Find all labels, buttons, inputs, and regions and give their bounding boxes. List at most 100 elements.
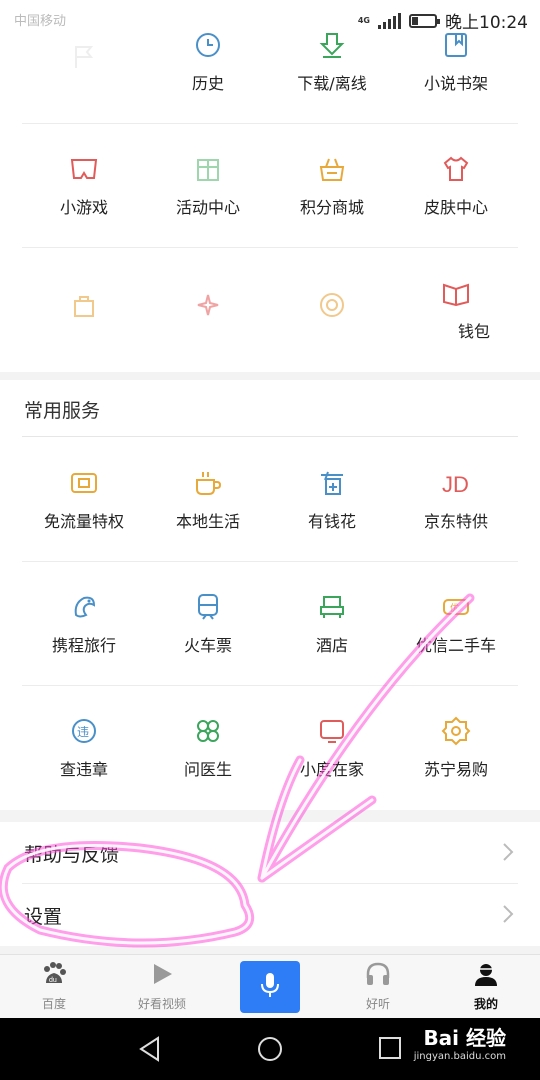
watermark-url: jingyan.baidu.com — [413, 1051, 506, 1062]
grid-item[interactable] — [146, 248, 270, 372]
service-hotel[interactable]: 酒店 — [270, 562, 394, 685]
shirt-icon — [441, 154, 471, 184]
grid-item-activity[interactable]: 活动中心 — [146, 124, 270, 247]
tab-baidu[interactable]: du 百度 — [0, 955, 108, 1018]
play-icon — [149, 961, 175, 991]
grid-item-history[interactable]: 历史 — [146, 0, 270, 123]
suning-logo-icon — [441, 716, 471, 746]
settings-label: 设置 — [24, 906, 63, 928]
grid-row: 携程旅行 火车票 酒店 优 优信二手车 — [22, 562, 518, 686]
service-jd[interactable]: JD 京东特供 — [394, 438, 518, 561]
tab-label: 好看视频 — [137, 997, 186, 1011]
smart-display-icon — [317, 716, 347, 746]
service-loan[interactable]: 有钱花 — [270, 438, 394, 561]
svg-text:违: 违 — [77, 725, 89, 739]
section-divider — [0, 810, 540, 822]
coffee-cup-icon — [193, 468, 223, 498]
bookmark-icon — [441, 30, 471, 60]
service-suning[interactable]: 苏宁易购 — [394, 686, 518, 810]
grid-item-skins[interactable]: 皮肤中心 — [394, 124, 518, 247]
car-icon: 优 — [441, 592, 471, 622]
tab-voice-search[interactable] — [216, 955, 324, 1018]
jd-logo-icon: JD — [441, 468, 471, 498]
baidu-paw-icon: du — [40, 961, 68, 991]
chevron-right-icon — [502, 904, 514, 928]
grid-item-label: 小说书架 — [423, 73, 488, 93]
service-ask-doctor[interactable]: 问医生 — [146, 686, 270, 810]
grid-item[interactable] — [22, 248, 146, 372]
grid-item-download[interactable]: 下载/离线 — [270, 0, 394, 123]
service-xiaodu-home[interactable]: 小度在家 — [270, 686, 394, 810]
shop-icon — [317, 154, 347, 184]
grid-row: 钱包 — [22, 248, 518, 372]
violation-icon: 违 — [69, 716, 99, 746]
train-icon — [193, 592, 223, 622]
grid-row: 免流量特权 本地生活 有钱花 JD 京东特供 — [22, 438, 518, 562]
sparkle-icon — [193, 290, 223, 320]
service-label: 查违章 — [59, 760, 108, 779]
bag-icon — [69, 290, 99, 320]
recent-apps-icon[interactable] — [378, 1036, 402, 1064]
section-title-services: 常用服务 — [24, 400, 101, 422]
grid-row: 历史 下载/离线 小说书架 — [22, 0, 518, 124]
service-label: 小度在家 — [299, 760, 364, 779]
tab-haoting[interactable]: 好听 — [324, 955, 432, 1018]
home-icon[interactable] — [257, 1036, 283, 1066]
service-used-cars[interactable]: 优 优信二手车 — [394, 562, 518, 685]
clover-icon — [193, 716, 223, 746]
service-local-life[interactable]: 本地生活 — [146, 438, 270, 561]
dolphin-icon — [69, 592, 99, 622]
svg-text:du: du — [49, 977, 57, 984]
download-icon — [317, 30, 347, 60]
service-ctrip[interactable]: 携程旅行 — [22, 562, 146, 685]
service-train-tickets[interactable]: 火车票 — [146, 562, 270, 685]
services-grid: 免流量特权 本地生活 有钱花 JD 京东特供 携程旅行 火车票 酒店 优 优信二… — [0, 438, 540, 810]
service-label: 优信二手车 — [415, 635, 496, 655]
hotel-bed-icon — [317, 592, 347, 622]
service-label: 京东特供 — [423, 511, 488, 531]
section-divider — [0, 946, 540, 954]
tab-mine[interactable]: 我的 — [432, 955, 540, 1018]
watermark: Bai 经验 jingyan.baidu.com — [414, 1022, 506, 1062]
back-icon[interactable] — [138, 1036, 162, 1066]
flag-icon — [69, 42, 99, 72]
tab-label: 我的 — [473, 997, 498, 1011]
grid-item-label: 积分商城 — [299, 197, 364, 217]
service-label: 免流量特权 — [43, 511, 124, 531]
help-feedback-row[interactable]: 帮助与反馈 — [0, 822, 540, 884]
bottom-tab-bar: du 百度 好看视频 好听 我的 — [0, 954, 540, 1018]
wallet-icon — [441, 278, 471, 308]
grid-item-wallet[interactable]: 钱包 — [394, 248, 518, 372]
svg-text:JD: JD — [442, 472, 469, 496]
service-label: 火车票 — [183, 635, 232, 655]
grid-item-label: 下载/离线 — [297, 73, 367, 93]
chevron-right-icon — [502, 842, 514, 866]
voice-search-button[interactable] — [240, 960, 300, 1013]
sim-card-icon — [69, 468, 99, 498]
service-free-data[interactable]: 免流量特权 — [22, 438, 146, 561]
game-icon — [69, 154, 99, 184]
clock-icon — [193, 30, 223, 60]
service-label: 问医生 — [183, 760, 232, 779]
service-traffic-violation[interactable]: 违 查违章 — [22, 686, 146, 810]
grid-item-label: 皮肤中心 — [423, 197, 488, 217]
grid-item-bookshelf[interactable]: 小说书架 — [394, 0, 518, 123]
tab-haokan-video[interactable]: 好看视频 — [108, 955, 216, 1018]
settings-row[interactable]: 设置 — [0, 884, 540, 946]
help-feedback-label: 帮助与反馈 — [24, 844, 120, 866]
grid-item-label: 小游戏 — [59, 197, 108, 217]
service-label: 有钱花 — [307, 511, 356, 531]
top-feature-grid: 历史 下载/离线 小说书架 小游戏 活动中心 积分商城 皮肤中心 钱包 — [0, 0, 540, 372]
grid-item[interactable] — [22, 0, 146, 123]
divider — [22, 436, 518, 437]
grid-item-mini-games[interactable]: 小游戏 — [22, 124, 146, 247]
grid-item[interactable] — [270, 248, 394, 372]
tab-label: 好听 — [365, 997, 390, 1011]
coin-icon — [317, 290, 347, 320]
grid-item-label: 历史 — [191, 73, 224, 93]
service-label: 本地生活 — [175, 511, 240, 531]
grid-item-points-mall[interactable]: 积分商城 — [270, 124, 394, 247]
grid-row: 违 查违章 问医生 小度在家 苏宁易购 — [22, 686, 518, 810]
grid-row: 小游戏 活动中心 积分商城 皮肤中心 — [22, 124, 518, 248]
watermark-brand: Bai 经验 — [423, 1026, 506, 1050]
